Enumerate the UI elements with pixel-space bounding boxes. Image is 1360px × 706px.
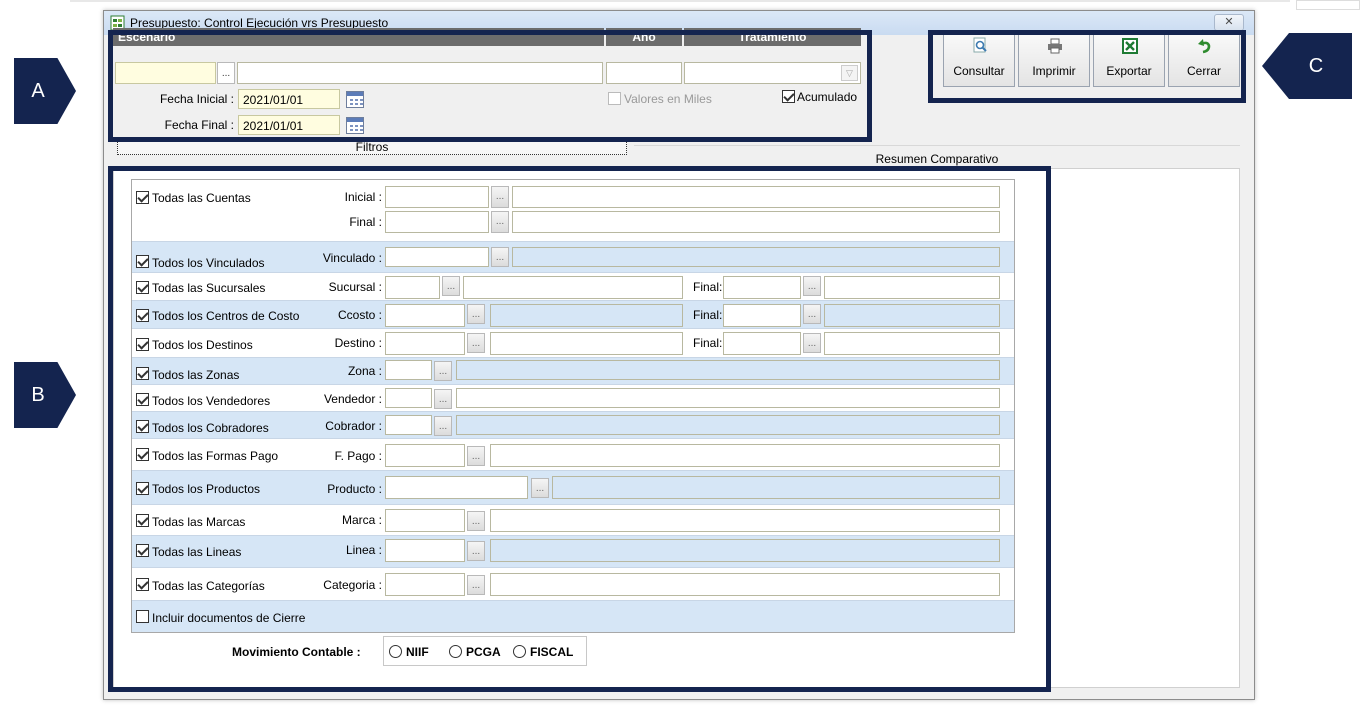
annotation-marker-b: B — [14, 362, 76, 428]
annotation-marker-a: A — [14, 58, 76, 124]
annotation-marker-c: C — [1262, 33, 1352, 99]
close-icon: ✕ — [1224, 16, 1234, 28]
annotation-box-b — [108, 166, 1051, 692]
page-top-edge — [70, 0, 1290, 2]
annotation-box-a — [108, 30, 872, 142]
close-window-button[interactable]: ✕ — [1214, 14, 1244, 31]
annotation-box-c — [928, 30, 1246, 103]
page-right-edge — [1296, 0, 1360, 10]
